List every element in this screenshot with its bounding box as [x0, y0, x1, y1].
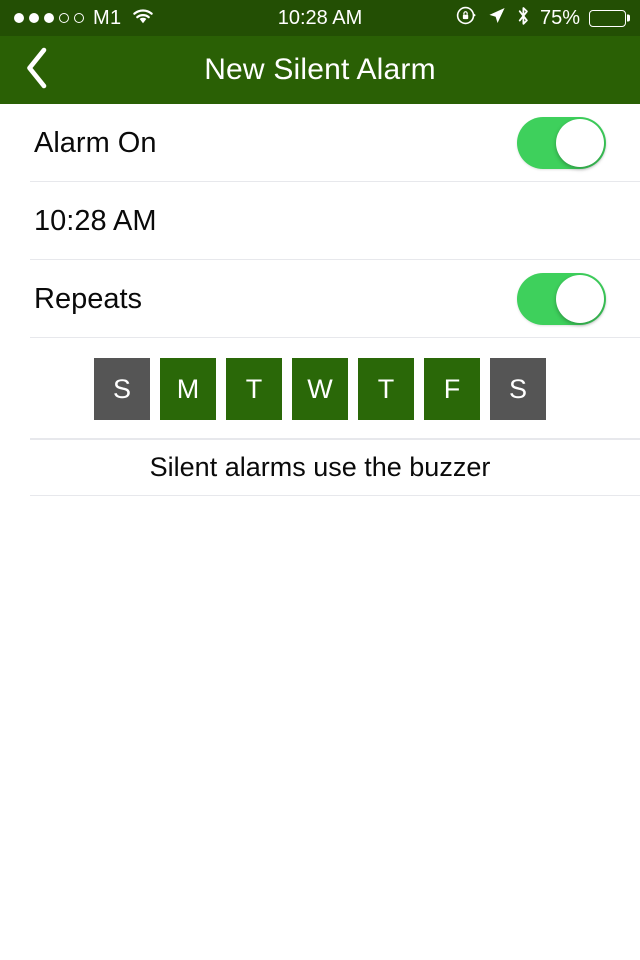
rotation-lock-icon: [456, 5, 477, 31]
signal-dot-4: [59, 13, 69, 23]
day-button-saturday[interactable]: S: [490, 358, 546, 420]
alarm-time-row[interactable]: 10:28 AM: [0, 182, 640, 260]
repeats-label: Repeats: [34, 282, 143, 315]
day-button-tuesday[interactable]: T: [226, 358, 282, 420]
location-arrow-icon: [486, 5, 507, 31]
day-of-week-selector: S M T W T F S: [0, 338, 640, 438]
signal-dot-1: [14, 13, 24, 23]
repeats-toggle[interactable]: [517, 273, 606, 325]
signal-dot-3: [44, 13, 54, 23]
alarm-on-label: Alarm On: [34, 126, 157, 159]
signal-strength-indicator: [14, 13, 84, 23]
footer-note-row: Silent alarms use the buzzer: [0, 438, 640, 496]
status-bar-left: M1: [14, 7, 155, 30]
toggle-knob: [556, 275, 604, 323]
day-button-sunday[interactable]: S: [94, 358, 150, 420]
day-label: T: [377, 373, 395, 404]
day-label: T: [245, 373, 263, 404]
alarm-on-row[interactable]: Alarm On: [0, 104, 640, 182]
alarm-time-value: 10:28 AM: [34, 204, 157, 237]
day-button-friday[interactable]: F: [424, 358, 480, 420]
day-label: F: [443, 373, 461, 404]
repeats-row[interactable]: Repeats: [0, 260, 640, 338]
signal-dot-5: [74, 13, 84, 23]
toggle-knob: [556, 119, 604, 167]
day-label: W: [307, 373, 333, 404]
status-bar-right: 75%: [456, 5, 626, 32]
day-label: S: [508, 373, 527, 404]
navigation-bar: New Silent Alarm: [0, 36, 640, 104]
bluetooth-icon: [516, 5, 531, 32]
day-button-monday[interactable]: M: [160, 358, 216, 420]
page-title: New Silent Alarm: [204, 53, 436, 86]
signal-dot-2: [29, 13, 39, 23]
app-screen: M1 10:28 AM 75% New Silent Alarm Alarm O…: [0, 0, 640, 960]
day-label: M: [176, 373, 200, 404]
wifi-icon: [131, 7, 155, 30]
alarm-on-toggle[interactable]: [517, 117, 606, 169]
day-button-thursday[interactable]: T: [358, 358, 414, 420]
carrier-label: M1: [93, 6, 122, 29]
chevron-left-icon: [24, 46, 50, 95]
status-bar: M1 10:28 AM 75%: [0, 0, 640, 36]
footer-note-text: Silent alarms use the buzzer: [149, 451, 491, 482]
day-button-wednesday[interactable]: W: [292, 358, 348, 420]
day-label: S: [112, 373, 131, 404]
back-button[interactable]: [0, 36, 74, 104]
battery-percentage-label: 75%: [539, 6, 580, 29]
battery-icon: [589, 9, 626, 27]
